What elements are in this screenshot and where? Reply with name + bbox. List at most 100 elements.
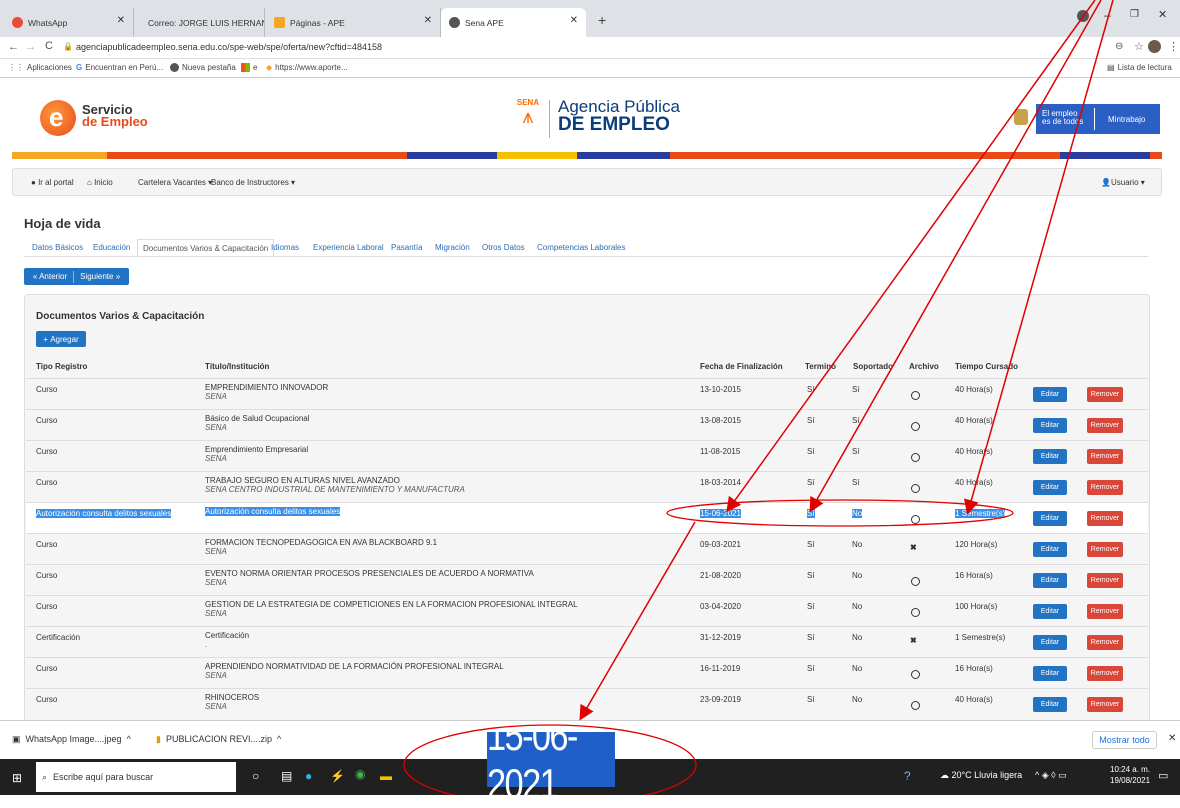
nav-portal[interactable]: ● Ir al portal [31,178,74,187]
table-row[interactable]: Autorización consulta delitos sexuales Au… [26,502,1148,533]
table-row[interactable]: Curso FORMACION TECNOPEDAGOGICA EN AVA BL… [26,533,1148,564]
profile-dot-icon[interactable] [1077,10,1089,22]
bookmark-aporte[interactable]: ◆ https://www.aporte... [266,63,348,72]
file-download-icon[interactable] [911,701,920,710]
remove-button[interactable]: Remover [1087,449,1123,464]
remove-button[interactable]: Remover [1087,480,1123,495]
file-download-icon[interactable] [911,453,920,462]
chrome-icon[interactable]: ◉ [355,767,365,781]
remove-button[interactable]: Remover [1087,604,1123,619]
remove-button[interactable]: Remover [1087,542,1123,557]
close-tab-icon[interactable]: ✕ [570,15,578,26]
tab-competencias[interactable]: Competencias Laborales [537,243,626,252]
siguiente-button[interactable]: Siguiente » [80,272,120,281]
help-icon[interactable]: ? [904,769,911,783]
edit-button[interactable]: Editar [1033,604,1067,619]
edge-icon[interactable]: ● [305,769,312,783]
nav-usuario[interactable]: 👤Usuario ▾ [1101,178,1145,187]
app-icon[interactable]: ⚡ [330,769,345,783]
taskbar-search[interactable]: ⌕ Escribe aquí para buscar [36,762,236,792]
tab-migracion[interactable]: Migración [435,243,470,252]
close-tab-icon[interactable]: ✕ [424,15,432,26]
tab-educacion[interactable]: Educación [93,243,130,252]
table-row[interactable]: Curso EMPRENDIMIENTO INNOVADOR 13-10-2015 S… [26,378,1148,409]
remove-button[interactable]: Remover [1087,635,1123,650]
folder-icon[interactable]: ▬ [380,769,392,783]
table-row[interactable]: Certificación Certificación 31-12-2019 Sí No… [26,626,1148,657]
file-download-icon[interactable] [911,484,920,493]
tab-otros-datos[interactable]: Otros Datos [482,243,525,252]
tab-idiomas[interactable]: Idiomas [271,243,299,252]
remove-button[interactable]: Remover [1087,666,1123,681]
reading-list[interactable]: ▤ Lista de lectura [1107,63,1172,72]
remove-button[interactable]: Remover [1087,511,1123,526]
remove-button[interactable]: Remover [1087,418,1123,433]
tab-paginas[interactable]: Páginas - APE ✕ [266,8,441,37]
download-item[interactable]: ▮ PUBLICACION REVI....zip ^ [156,734,281,745]
nav-banco[interactable]: Banco de Instructores ▾ [211,178,295,187]
file-download-icon[interactable] [911,670,920,679]
tab-correo[interactable]: Correo: JORGE LUIS HERNANDEZ [135,8,265,37]
notifications-icon[interactable]: ▭ [1158,769,1168,782]
clock[interactable]: 10:24 a. m. 19/08/2021 [1110,764,1150,786]
edit-button[interactable]: Editar [1033,449,1067,464]
table-row[interactable]: Curso TRABAJO SEGURO EN ALTURAS NIVEL AVA… [26,471,1148,502]
minimize-icon[interactable]: – [1104,8,1111,22]
edit-button[interactable]: Editar [1033,697,1067,712]
bookmark-e[interactable]: e [241,63,257,72]
file-download-icon[interactable] [911,422,920,431]
zoom-icon[interactable]: ⊖ [1115,41,1123,52]
nav-cartelera[interactable]: Cartelera Vacantes ▾ [138,178,212,187]
back-icon[interactable]: ← [8,41,19,53]
edit-button[interactable]: Editar [1033,387,1067,402]
edit-button[interactable]: Editar [1033,511,1067,526]
download-item[interactable]: ▣ WhatsApp Image....jpeg ^ [12,734,131,745]
tab-experiencia[interactable]: Experiencia Laboral [313,243,384,252]
table-row[interactable]: Curso EVENTO NORMA ORIENTAR PROCESOS PRES… [26,564,1148,595]
tab-documentos[interactable]: Documentos Varios & Capacitación [137,239,275,257]
tab-whatsapp[interactable]: WhatsApp ✕ [4,8,134,37]
tab-pasantia[interactable]: Pasantía [391,243,423,252]
table-row[interactable]: Curso Emprendimiento Empresarial 11-08-201… [26,440,1148,471]
avatar[interactable] [1148,40,1161,53]
file-download-icon[interactable] [911,608,920,617]
weather[interactable]: ☁ 20°C Lluvia ligera [940,770,1022,781]
add-button[interactable]: + Agregar [36,331,86,347]
edit-button[interactable]: Editar [1033,542,1067,557]
file-explorer-icon[interactable]: ▤ [281,769,292,783]
table-row[interactable]: Curso GESTION DE LA ESTRATEGIA DE COMPETI… [26,595,1148,626]
edit-button[interactable]: Editar [1033,666,1067,681]
new-tab-button[interactable]: + [598,12,606,28]
nav-inicio[interactable]: ⌂ Inicio [87,178,113,187]
edit-button[interactable]: Editar [1033,573,1067,588]
tab-datos-basicos[interactable]: Datos Básicos [32,243,83,252]
reload-icon[interactable]: C [45,40,53,52]
file-download-icon[interactable] [911,577,920,586]
bookmark-google[interactable]: G Encuentran en Perú... [76,63,163,72]
url-field[interactable]: agenciapublicadeempleo.sena.edu.co/spe-w… [76,42,382,52]
edit-button[interactable]: Editar [1033,418,1067,433]
table-row[interactable]: Curso APRENDIENDO NORMATIVIDAD DE LA FORM… [26,657,1148,688]
remove-button[interactable]: Remover [1087,697,1123,712]
star-icon[interactable]: ☆ [1134,40,1144,53]
close-tab-icon[interactable]: ✕ [117,15,125,26]
remove-button[interactable]: Remover [1087,387,1123,402]
system-tray-icons[interactable]: ^ ◈ ◊ ▭ [1035,770,1067,781]
file-download-icon[interactable] [911,391,920,400]
windows-start-icon[interactable]: ⊞ [12,771,22,785]
show-all-button[interactable]: Mostrar todo [1092,731,1157,749]
tab-sena-ape[interactable]: Sena APE ✕ [441,8,586,37]
bookmark-newtab[interactable]: Nueva pestaña [170,63,236,72]
close-window-icon[interactable]: ✕ [1158,8,1167,21]
menu-icon[interactable]: ⋮ [1168,40,1179,53]
forward-icon[interactable]: → [25,41,36,53]
edit-button[interactable]: Editar [1033,635,1067,650]
file-download-icon[interactable] [911,515,920,524]
bookmark-apps[interactable]: ⋮⋮ Aplicaciones [8,63,72,72]
close-downloads-icon[interactable]: ✕ [1168,733,1176,744]
table-row[interactable]: Curso Básico de Salud Ocupacional 13-08-20… [26,409,1148,440]
edit-button[interactable]: Editar [1033,480,1067,495]
restore-icon[interactable]: ❐ [1130,9,1139,20]
task-view-icon[interactable]: ○ [252,769,259,783]
anterior-button[interactable]: « Anterior [33,272,67,281]
